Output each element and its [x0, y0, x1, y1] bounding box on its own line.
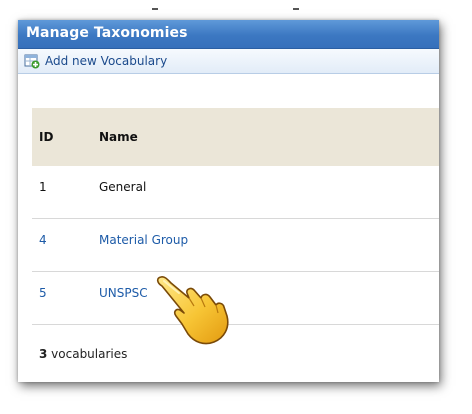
column-header-name[interactable]: Name: [99, 130, 138, 144]
column-header-id[interactable]: ID: [39, 130, 53, 144]
row-id-link[interactable]: 4: [39, 233, 47, 247]
background-strip: [0, 0, 472, 20]
row-id-link[interactable]: 5: [39, 286, 47, 300]
table-row: 4 Material Group: [32, 219, 439, 272]
add-table-icon: [24, 53, 40, 69]
add-vocabulary-button[interactable]: Add new Vocabulary: [24, 52, 167, 70]
window-title: Manage Taxonomies: [26, 25, 188, 41]
background-mark: [293, 8, 299, 10]
background-mark: [152, 8, 158, 10]
window-titlebar: Manage Taxonomies: [18, 20, 439, 49]
vocabulary-count-suffix: vocabularies: [47, 347, 128, 361]
toolbar: Add new Vocabulary: [18, 49, 439, 74]
vocabulary-count: 3 vocabularies: [39, 347, 127, 361]
pointing-hand-icon: [154, 276, 234, 348]
table-header: ID Name: [32, 108, 439, 166]
table-row: 1 General: [32, 166, 439, 219]
row-name-link[interactable]: Material Group: [99, 233, 188, 247]
row-id: 1: [39, 180, 47, 194]
screenshot-stage: Manage Taxonomies Add new Vocabulary ID …: [0, 0, 472, 414]
row-name: General: [99, 180, 147, 194]
table-row: 5 UNSPSC: [32, 272, 439, 325]
row-name-link[interactable]: UNSPSC: [99, 286, 148, 300]
add-vocabulary-label: Add new Vocabulary: [45, 54, 168, 68]
vocabulary-table: ID Name 1 General 4 Material Group 5 UNS…: [32, 108, 439, 325]
